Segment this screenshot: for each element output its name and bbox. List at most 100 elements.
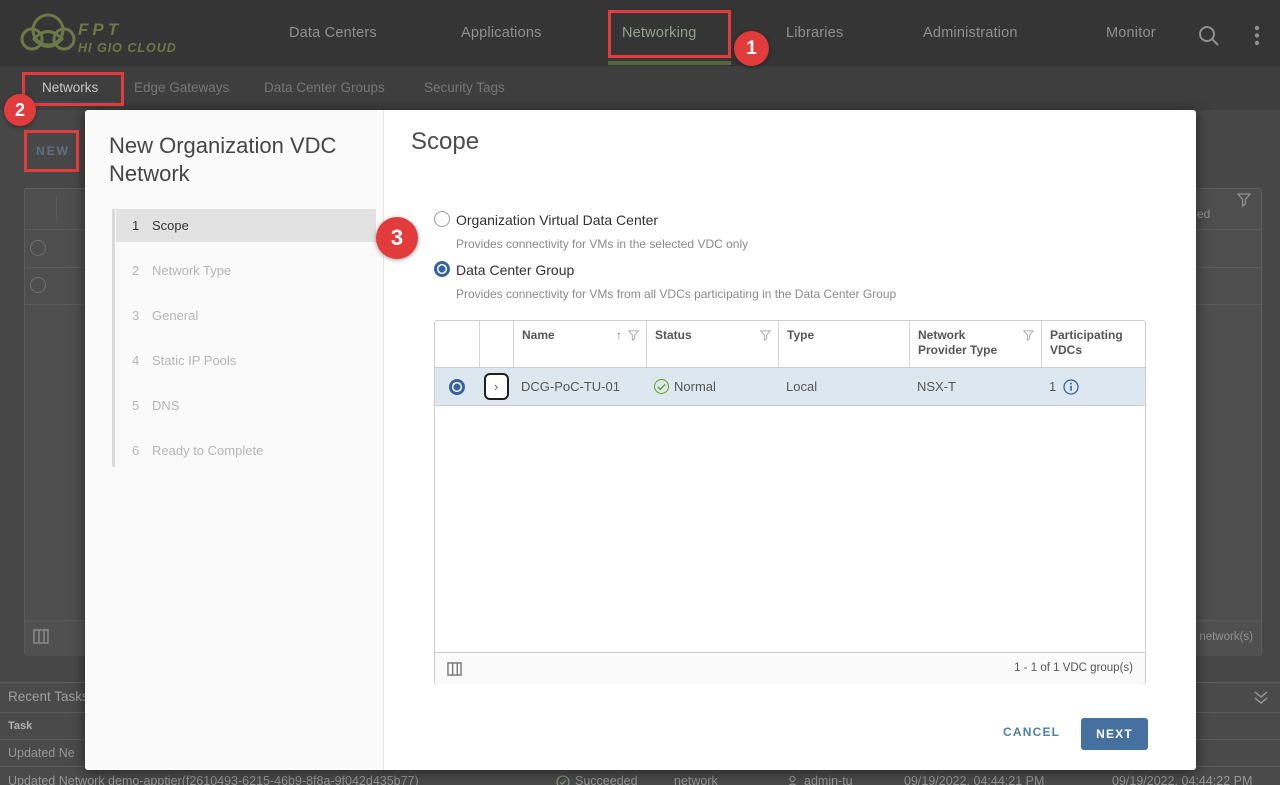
filter-icon-dimmed[interactable] xyxy=(1237,193,1251,207)
grid-pagination: 1 - 1 of 1 VDC group(s) xyxy=(1014,662,1133,674)
tab-edge-gateways[interactable]: Edge Gateways xyxy=(134,80,229,95)
screen: FPT HI GIO CLOUD Data Centers Applicatio… xyxy=(0,0,1280,785)
row-radio-dimmed[interactable] xyxy=(30,240,46,256)
cell-name: DCG-PoC-TU-01 xyxy=(521,379,620,394)
step-network-type[interactable]: 2Network Type xyxy=(116,254,376,287)
step-number: 4 xyxy=(132,344,152,377)
step-label: DNS xyxy=(152,398,179,413)
row-expand-button[interactable]: › xyxy=(484,373,509,400)
svg-text:HI GIO CLOUD: HI GIO CLOUD xyxy=(78,41,177,55)
task-row-fragment: Updated Ne xyxy=(8,746,75,760)
networking-active-underline xyxy=(608,61,731,65)
fpt-hi-gio-cloud-logo: FPT HI GIO CLOUD xyxy=(14,6,214,62)
wizard-title: New Organization VDC Network xyxy=(109,132,364,188)
succeeded-icon xyxy=(556,775,570,785)
step-scope[interactable]: 1Scope xyxy=(116,209,376,242)
grid-header: Name ↑ Status Type Network Provider Type… xyxy=(435,321,1145,367)
step-number: 2 xyxy=(132,254,152,287)
task-row-status: Succeeded xyxy=(575,774,638,785)
column-label: Type xyxy=(787,328,814,342)
step-ready-to-complete[interactable]: 6Ready to Complete xyxy=(116,434,376,467)
radio-data-center-group-desc: Provides connectivity for VMs from all V… xyxy=(456,287,896,301)
vdc-group-grid: Name ↑ Status Type Network Provider Type… xyxy=(434,320,1146,684)
tab-security-tags[interactable]: Security Tags xyxy=(424,80,505,95)
step-static-ip-pools[interactable]: 4Static IP Pools xyxy=(116,344,376,377)
column-label: Name xyxy=(522,328,555,342)
cancel-button[interactable]: CANCEL xyxy=(1003,725,1060,739)
nav-data-centers[interactable]: Data Centers xyxy=(289,25,377,41)
info-icon[interactable] xyxy=(1063,379,1079,395)
next-button[interactable]: NEXT xyxy=(1081,718,1148,750)
task-row-type: network xyxy=(674,774,718,785)
annotation-box-new-button xyxy=(24,130,79,172)
grid-header-type[interactable]: Type xyxy=(778,321,909,367)
cell-vdcs: 1 xyxy=(1049,379,1056,394)
task-row-start-time: 09/19/2022, 04:44:21 PM xyxy=(904,774,1044,785)
cell-type: Local xyxy=(786,379,817,394)
radio-org-vdc[interactable] xyxy=(434,211,450,227)
annotation-box-networks-tab xyxy=(22,72,124,106)
nav-applications[interactable]: Applications xyxy=(461,25,542,41)
step-label: General xyxy=(152,308,198,323)
cell-provider: NSX-T xyxy=(917,379,956,394)
radio-org-vdc-desc: Provides connectivity for VMs in the sel… xyxy=(456,237,748,251)
column-settings-icon-dimmed[interactable] xyxy=(33,629,49,644)
row-select-radio[interactable] xyxy=(449,379,465,395)
user-icon xyxy=(786,775,799,785)
filter-icon[interactable] xyxy=(628,330,639,341)
radio-data-center-group-label[interactable]: Data Center Group xyxy=(456,262,574,278)
chevron-right-icon: › xyxy=(494,379,498,394)
column-header-fragment: ed xyxy=(1197,207,1210,221)
status-normal-icon xyxy=(654,379,669,394)
search-icon[interactable] xyxy=(1197,24,1221,48)
annotation-badge-2: 2 xyxy=(4,94,36,126)
row-radio-dimmed[interactable] xyxy=(30,277,46,293)
nav-monitor[interactable]: Monitor xyxy=(1106,25,1156,41)
column-label: Participating VDCs xyxy=(1050,328,1123,357)
kebab-menu-icon[interactable] xyxy=(1253,25,1261,47)
recent-tasks-title: Recent Tasks xyxy=(8,689,89,704)
wizard-step-panel: New Organization VDC Network 1Scope 2Net… xyxy=(85,110,384,770)
pagination-fragment: network(s) xyxy=(1199,631,1253,643)
grid-header-expand xyxy=(479,321,513,367)
annotation-badge-1: 1 xyxy=(734,31,769,66)
step-general[interactable]: 3General xyxy=(116,299,376,332)
column-settings-icon[interactable] xyxy=(447,662,462,676)
grid-header-select xyxy=(435,321,479,367)
vdc-group-row[interactable]: › DCG-PoC-TU-01 Normal Local NSX-T 1 xyxy=(435,367,1145,406)
scope-heading: Scope xyxy=(411,128,479,156)
task-column-header: Task xyxy=(8,720,32,732)
step-number: 3 xyxy=(132,299,152,332)
grid-header-status[interactable]: Status xyxy=(646,321,778,367)
task-row-user: admin-tu xyxy=(804,774,853,785)
grid-header-vdcs[interactable]: Participating VDCs xyxy=(1041,321,1145,367)
step-number: 6 xyxy=(132,434,152,467)
annotation-box-networking xyxy=(608,10,731,58)
wizard-steps: 1Scope 2Network Type 3General 4Static IP… xyxy=(85,209,376,479)
svg-text:FPT: FPT xyxy=(78,20,122,39)
step-number: 1 xyxy=(132,209,152,242)
grid-footer: 1 - 1 of 1 VDC group(s) xyxy=(435,652,1145,684)
radio-data-center-group[interactable] xyxy=(434,261,450,277)
radio-org-vdc-label[interactable]: Organization Virtual Data Center xyxy=(456,212,658,228)
sort-ascending-icon[interactable]: ↑ xyxy=(616,328,622,343)
grid-header-provider[interactable]: Network Provider Type xyxy=(909,321,1041,367)
nav-libraries[interactable]: Libraries xyxy=(786,25,843,41)
task-row-end-time: 09/19/2022, 04:44:22 PM xyxy=(1112,774,1252,785)
grid-header-name[interactable]: Name ↑ xyxy=(513,321,646,367)
step-number: 5 xyxy=(132,389,152,422)
cell-status: Normal xyxy=(674,379,716,394)
step-label: Network Type xyxy=(152,263,231,278)
column-label: Status xyxy=(655,328,692,342)
steps-track xyxy=(112,209,115,467)
step-label: Ready to Complete xyxy=(152,443,263,458)
new-org-vdc-network-modal: New Organization VDC Network 1Scope 2Net… xyxy=(85,110,1196,770)
step-dns[interactable]: 5DNS xyxy=(116,389,376,422)
collapse-double-chevron-icon[interactable] xyxy=(1253,691,1269,705)
nav-administration[interactable]: Administration xyxy=(923,25,1018,41)
step-label: Scope xyxy=(152,218,189,233)
tab-data-center-groups[interactable]: Data Center Groups xyxy=(264,80,385,95)
sub-tab-bar: Networks Edge Gateways Data Center Group… xyxy=(0,66,1280,110)
filter-icon[interactable] xyxy=(1023,330,1034,341)
filter-icon[interactable] xyxy=(760,330,771,341)
